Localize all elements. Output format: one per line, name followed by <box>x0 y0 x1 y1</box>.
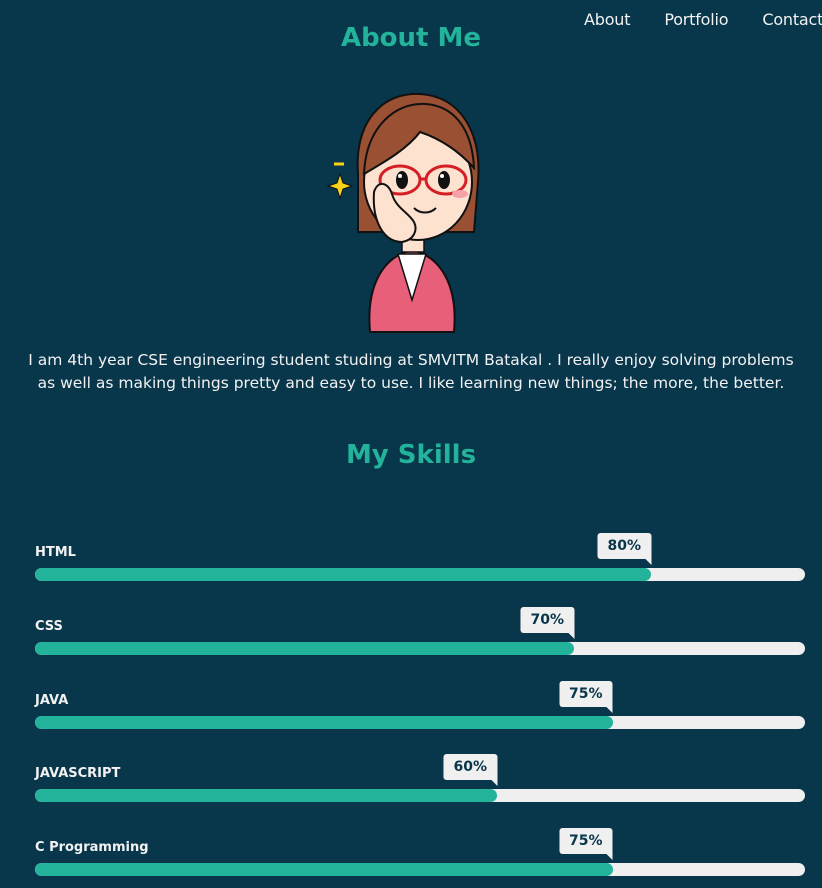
skill-percent-tooltip: 80% <box>597 533 651 565</box>
about-title: About Me <box>340 23 482 53</box>
skill-name: CSS <box>35 619 63 634</box>
skill-progress-fill <box>35 642 574 655</box>
skill-item: JAVASCRIPT 60% <box>35 754 805 814</box>
skill-progress-track <box>35 716 805 729</box>
about-bio: I am 4th year CSE engineering student st… <box>28 351 794 392</box>
skill-item: HTML 80% <box>35 533 805 593</box>
skill-percent-tooltip: 75% <box>558 828 613 860</box>
skill-progress-track <box>35 789 805 802</box>
skill-progress-track <box>35 568 805 581</box>
skill-item: C Programming 75% <box>35 828 805 888</box>
avatar-illustration <box>326 92 480 333</box>
skill-percent-tooltip: 75% <box>558 681 613 713</box>
skill-progress-fill <box>35 863 613 876</box>
skill-name: JAVASCRIPT <box>35 766 121 781</box>
skills-title: My Skills <box>345 440 477 470</box>
skill-progress-fill <box>35 789 497 802</box>
skill-progress-fill <box>35 716 613 729</box>
skill-percent-tooltip: 70% <box>520 607 574 639</box>
skill-item: CSS 70% <box>35 607 805 667</box>
skill-progress-fill <box>35 568 651 581</box>
skill-name: HTML <box>35 545 76 560</box>
skill-name: JAVA <box>35 693 69 708</box>
skill-percent-tooltip: 60% <box>443 754 497 786</box>
skill-progress-track <box>35 642 805 655</box>
skill-progress-track <box>35 863 805 876</box>
skill-item: JAVA 75% <box>35 681 805 741</box>
skill-name: C Programming <box>35 840 149 855</box>
